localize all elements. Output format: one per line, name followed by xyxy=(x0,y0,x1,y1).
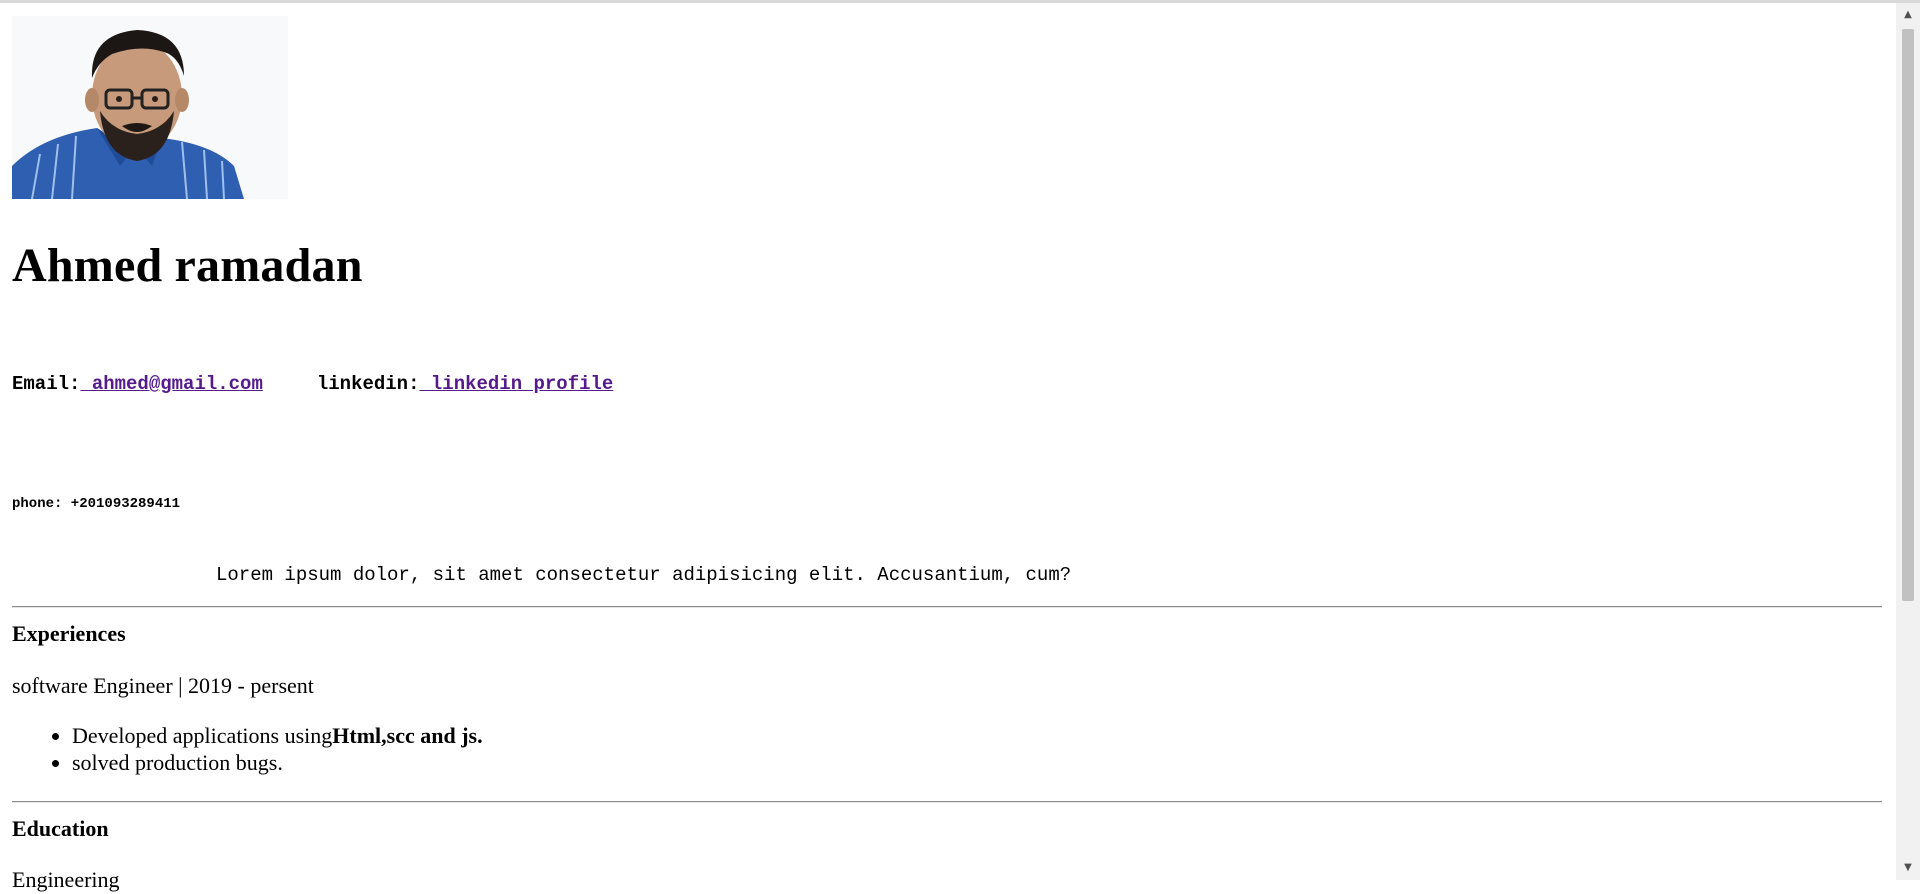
vertical-scrollbar[interactable]: ▲ ▼ xyxy=(1896,3,1920,880)
experiences-heading: Experiences xyxy=(12,621,126,646)
education-heading: Education xyxy=(12,816,109,841)
linkedin-label: linkedin: xyxy=(316,373,420,395)
linkedin-link[interactable]: linkedin profile xyxy=(419,373,613,395)
education-degree: Engineering xyxy=(12,867,120,892)
experience-duties-list: Developed applications usingHtml,scc and… xyxy=(12,722,483,776)
top-border xyxy=(0,0,1920,3)
duty-text: solved production bugs. xyxy=(72,750,283,775)
list-item: Developed applications usingHtml,scc and… xyxy=(72,722,483,749)
scrollbar-thumb[interactable] xyxy=(1902,29,1914,601)
email-link[interactable]: ahmed@gmail.com xyxy=(80,373,263,395)
duty-bold-text: Html,scc and js. xyxy=(332,723,483,748)
phone-number: phone: +201093289411 xyxy=(12,496,181,512)
section-divider xyxy=(12,606,1882,608)
experience-role: software Engineer | 2019 - persent xyxy=(12,673,314,698)
profile-photo xyxy=(12,16,288,199)
summary-text: Lorem ipsum dolor, sit amet consectetur … xyxy=(216,564,1072,586)
profile-name: Ahmed ramadan xyxy=(12,239,363,292)
scroll-down-arrow-icon[interactable]: ▼ xyxy=(1896,856,1920,880)
scroll-up-arrow-icon[interactable]: ▲ xyxy=(1896,3,1920,27)
section-divider xyxy=(12,801,1882,803)
contact-line: Email: ahmed@gmail.com linkedin: linkedin… xyxy=(12,372,613,396)
duty-text: Developed applications using xyxy=(72,723,333,748)
email-label: Email: xyxy=(12,373,81,395)
list-item: solved production bugs. xyxy=(72,749,483,776)
